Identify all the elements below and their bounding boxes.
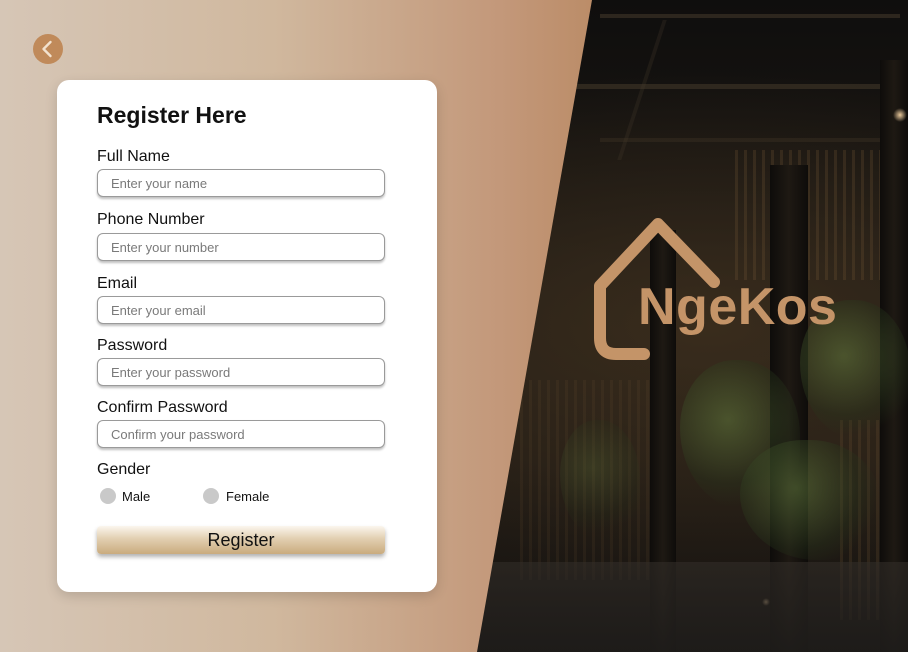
confirm-password-input[interactable] [97, 420, 385, 448]
gender-label: Gender [97, 461, 151, 478]
password-input[interactable] [97, 358, 385, 386]
brand-logo: NgeKos [592, 214, 862, 364]
gender-male-label[interactable]: Male [122, 489, 150, 504]
email-label: Email [97, 275, 138, 292]
brand-name: NgeKos [638, 278, 838, 336]
password-label: Password [97, 337, 168, 354]
confirm-password-label: Confirm Password [97, 399, 228, 416]
phone-number-label: Phone Number [97, 211, 205, 228]
phone-number-input[interactable] [97, 233, 385, 261]
gender-male-radio[interactable] [100, 488, 116, 504]
full-name-label: Full Name [97, 148, 170, 165]
register-card: Register Here Full Name Phone Number Ema… [57, 80, 437, 592]
full-name-input[interactable] [97, 169, 385, 197]
form-title: Register Here [97, 102, 247, 128]
gender-female-radio[interactable] [203, 488, 219, 504]
chevron-left-icon [42, 40, 52, 58]
register-page: Register Here Full Name Phone Number Ema… [0, 0, 908, 652]
email-input[interactable] [97, 296, 385, 324]
back-button[interactable] [33, 34, 63, 64]
register-button[interactable]: Register [97, 526, 385, 554]
gender-female-label[interactable]: Female [226, 489, 269, 504]
